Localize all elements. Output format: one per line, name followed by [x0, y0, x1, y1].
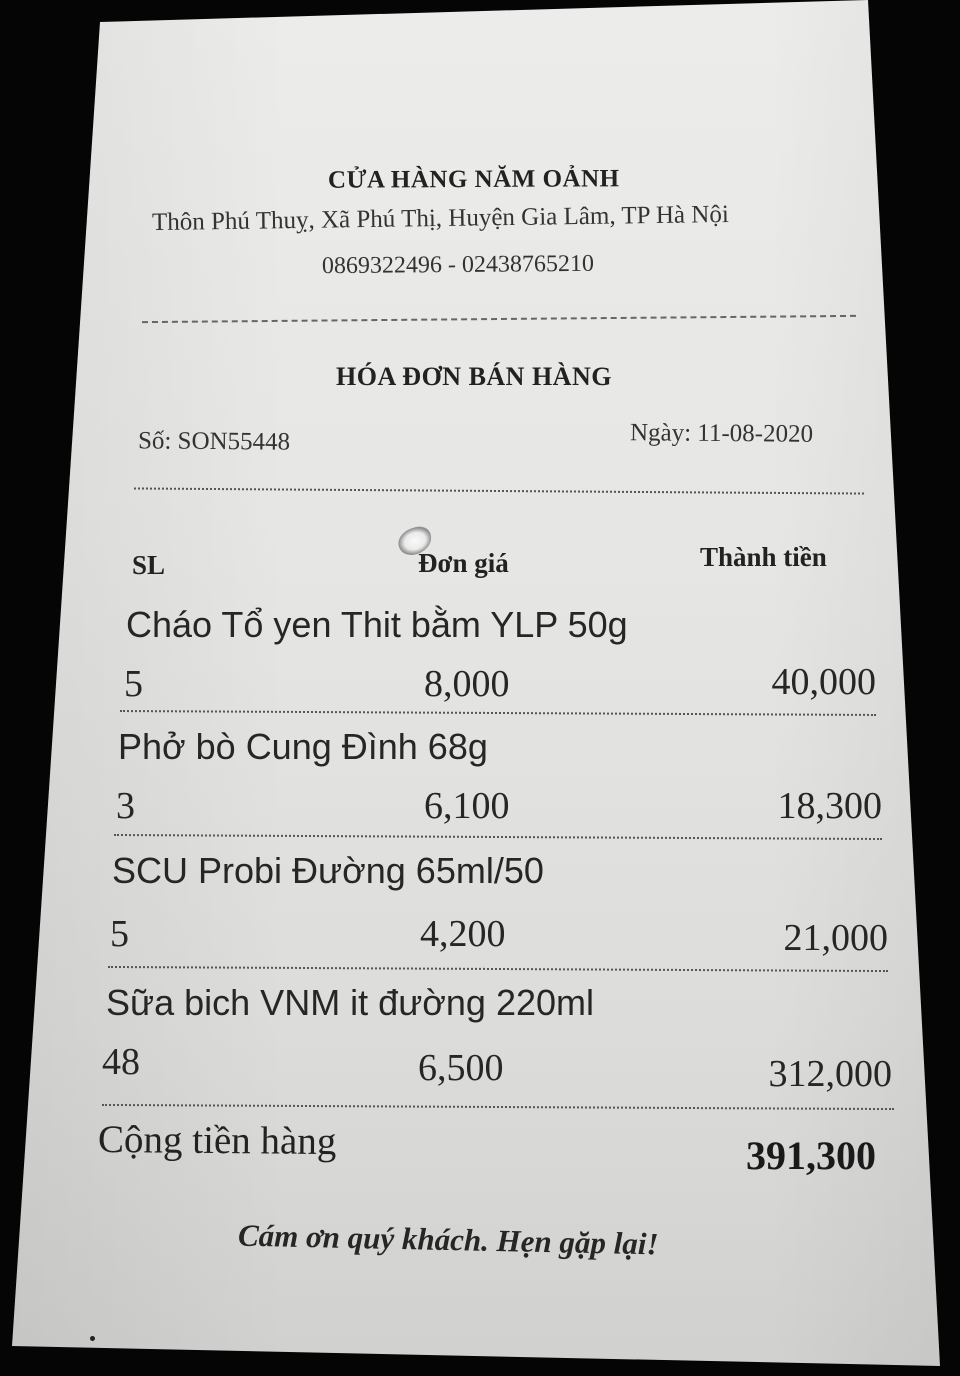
item-qty: 5 [124, 663, 143, 705]
item-unit-price: 6,100 [424, 785, 510, 827]
thank-you-note: Cám ơn quý khách. Hẹn gặp lại! [237, 1217, 659, 1262]
divider-header [142, 314, 856, 324]
column-header-line-total: Thành tiền [700, 542, 827, 572]
item-divider [119, 710, 877, 716]
ink-dot [90, 1336, 95, 1341]
item-unit-price: 6,500 [418, 1047, 504, 1089]
item-divider [114, 833, 883, 841]
store-address: Thôn Phú Thuỵ, Xã Phú Thị, Huyện Gia Lâm… [151, 200, 729, 237]
item-divider [108, 965, 888, 973]
item-name: SCU Probi Đường 65ml/50 [112, 850, 544, 891]
item-total: 18,300 [777, 785, 883, 827]
column-header-unit-price: Đơn giá [418, 548, 509, 578]
summary-label: Cộng tiền hàng [97, 1117, 337, 1164]
item-name: Sữa bich VNM it đường 220ml [106, 982, 595, 1023]
photo-scene: CỬA HÀNG NĂM OẢNH Thôn Phú Thuỵ, Xã Phú … [0, 0, 960, 1376]
summary-total: 391,300 [746, 1133, 876, 1178]
store-name: CỬA HÀNG NĂM OẢNH [327, 165, 620, 194]
invoice-date: Ngày: 11-08-2020 [629, 419, 814, 448]
item-qty: 48 [102, 1041, 140, 1083]
item-unit-price: 4,200 [420, 913, 506, 955]
invoice-number: Số: SON55448 [137, 427, 291, 456]
item-total: 21,000 [783, 917, 889, 959]
item-unit-price: 8,000 [424, 663, 510, 705]
column-header-qty: SL [132, 550, 166, 580]
item-qty: 3 [116, 785, 135, 827]
invoice-title: HÓA ĐƠN BÁN HÀNG [336, 362, 612, 391]
item-name: Cháo Tổ yen Thit bằm YLP 50g [126, 604, 628, 645]
item-total: 312,000 [768, 1053, 893, 1095]
item-total: 40,000 [771, 661, 877, 703]
item-qty: 5 [110, 913, 129, 955]
item-divider [102, 1103, 894, 1111]
item-name: Phở bò Cung Đình 68g [118, 726, 488, 767]
divider-info [134, 487, 864, 495]
store-phone: 0869322496 - 02438765210 [321, 250, 595, 280]
receipt: CỬA HÀNG NĂM OẢNH Thôn Phú Thuỵ, Xã Phú … [0, 0, 960, 1376]
